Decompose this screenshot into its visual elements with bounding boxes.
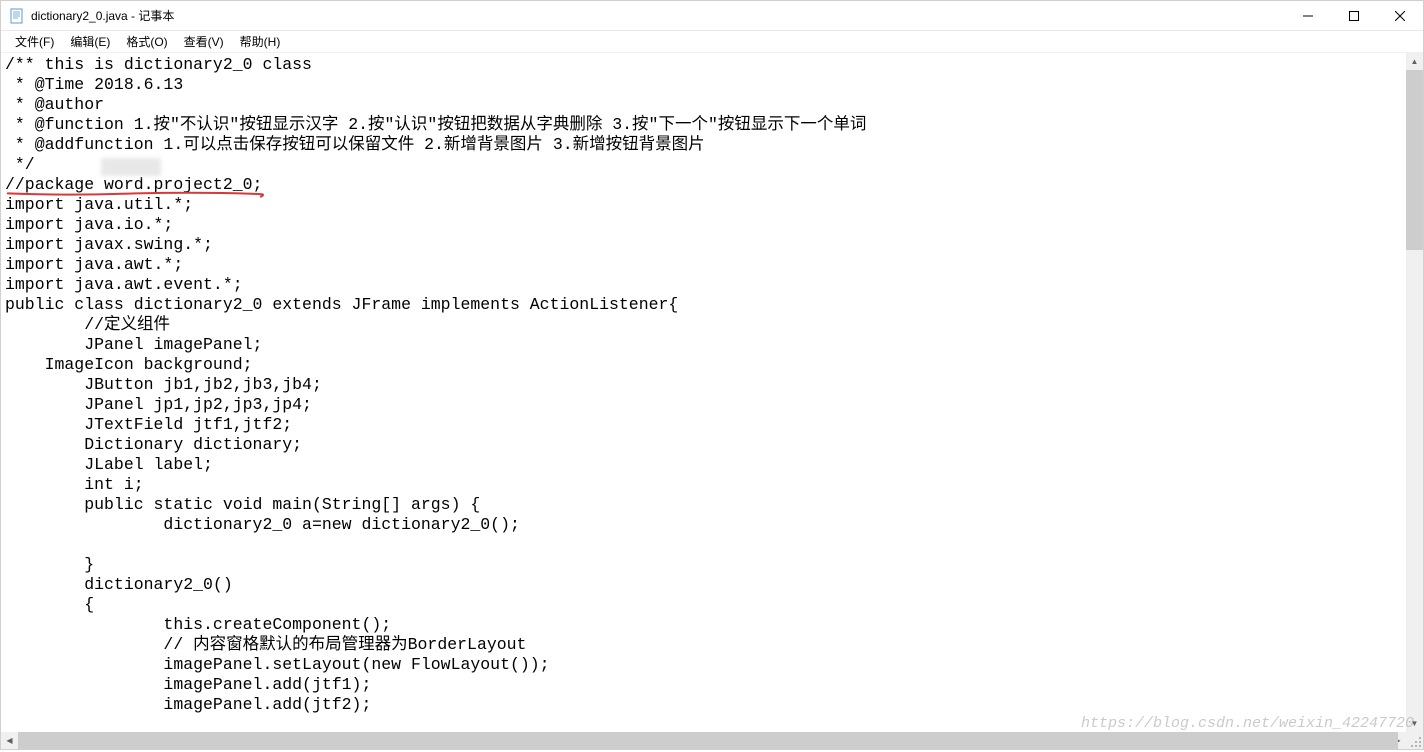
menubar: 文件(F) 编辑(E) 格式(O) 查看(V) 帮助(H) — [1, 31, 1423, 53]
horizontal-scrollbar[interactable]: ◀ ▶ — [1, 732, 1406, 749]
close-button[interactable] — [1377, 1, 1423, 30]
notepad-window: dictionary2_0.java - 记事本 文件(F) 编辑(E) 格式(… — [0, 0, 1424, 750]
window-title: dictionary2_0.java - 记事本 — [31, 7, 1285, 24]
menu-edit[interactable]: 编辑(E) — [62, 31, 118, 52]
horizontal-scroll-thumb[interactable] — [18, 732, 1398, 749]
scroll-down-arrow[interactable]: ▼ — [1406, 715, 1423, 732]
maximize-button[interactable] — [1331, 1, 1377, 30]
menu-format[interactable]: 格式(O) — [118, 31, 175, 52]
resize-grip[interactable] — [1409, 735, 1423, 749]
vertical-scroll-thumb[interactable] — [1406, 70, 1423, 250]
bottom-scrollbar-row: ◀ ▶ — [1, 732, 1423, 749]
menu-help[interactable]: 帮助(H) — [232, 31, 289, 52]
window-controls — [1285, 1, 1423, 30]
content-wrapper: /** this is dictionary2_0 class * @Time … — [1, 53, 1423, 732]
titlebar: dictionary2_0.java - 记事本 — [1, 1, 1423, 31]
scroll-left-arrow[interactable]: ◀ — [1, 732, 18, 749]
scroll-up-arrow[interactable]: ▲ — [1406, 53, 1423, 70]
minimize-button[interactable] — [1285, 1, 1331, 30]
vertical-scrollbar[interactable]: ▲ ▼ — [1406, 53, 1423, 732]
menu-view[interactable]: 查看(V) — [176, 31, 232, 52]
notepad-icon — [9, 8, 25, 24]
menu-file[interactable]: 文件(F) — [7, 31, 62, 52]
horizontal-scroll-track[interactable] — [18, 732, 1389, 749]
text-editor[interactable]: /** this is dictionary2_0 class * @Time … — [1, 53, 1406, 732]
